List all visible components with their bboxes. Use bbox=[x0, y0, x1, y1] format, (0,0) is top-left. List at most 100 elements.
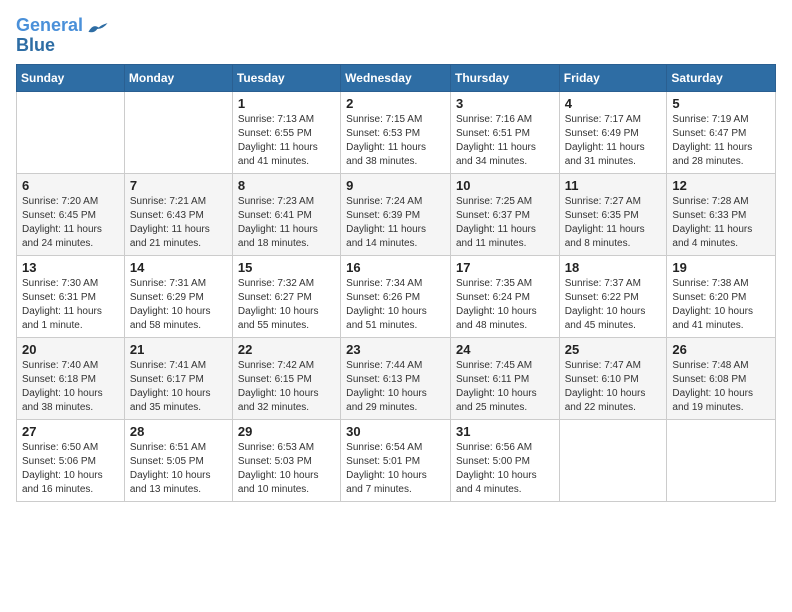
cell-info: Sunrise: 7:24 AM bbox=[346, 195, 445, 209]
day-number: 6 bbox=[22, 178, 119, 193]
calendar-cell: 1 Sunrise: 7:13 AMSunset: 6:55 PMDaylight… bbox=[232, 91, 340, 173]
cell-info: Sunrise: 6:50 AM bbox=[22, 441, 119, 455]
cell-info: Sunset: 6:13 PM bbox=[346, 373, 445, 387]
cell-info: Sunset: 6:18 PM bbox=[22, 373, 119, 387]
cell-info: Sunset: 6:55 PM bbox=[238, 127, 335, 141]
cell-info: Daylight: 10 hours and 22 minutes. bbox=[565, 387, 662, 415]
calendar-cell bbox=[559, 419, 667, 501]
cell-info: Daylight: 11 hours and 41 minutes. bbox=[238, 141, 335, 169]
cell-info: Daylight: 10 hours and 41 minutes. bbox=[672, 305, 770, 333]
cell-info: Sunset: 6:33 PM bbox=[672, 209, 770, 223]
cell-info: Sunset: 6:47 PM bbox=[672, 127, 770, 141]
header-sunday: Sunday bbox=[17, 64, 125, 91]
cell-info: Daylight: 10 hours and 32 minutes. bbox=[238, 387, 335, 415]
calendar-table: SundayMondayTuesdayWednesdayThursdayFrid… bbox=[16, 64, 776, 502]
cell-info: Sunrise: 7:42 AM bbox=[238, 359, 335, 373]
cell-info: Sunrise: 7:13 AM bbox=[238, 113, 335, 127]
cell-info: Sunset: 6:22 PM bbox=[565, 291, 662, 305]
cell-info: Daylight: 11 hours and 24 minutes. bbox=[22, 223, 119, 251]
day-number: 9 bbox=[346, 178, 445, 193]
day-number: 2 bbox=[346, 96, 445, 111]
cell-info: Sunset: 6:27 PM bbox=[238, 291, 335, 305]
calendar-cell: 15Sunrise: 7:32 AMSunset: 6:27 PMDayligh… bbox=[232, 255, 340, 337]
calendar-cell: 21Sunrise: 7:41 AMSunset: 6:17 PMDayligh… bbox=[124, 337, 232, 419]
calendar-cell: 5Sunrise: 7:19 AMSunset: 6:47 PMDaylight… bbox=[667, 91, 776, 173]
cell-info: Daylight: 11 hours and 34 minutes. bbox=[456, 141, 554, 169]
calendar-cell: 30Sunrise: 6:54 AMSunset: 5:01 PMDayligh… bbox=[341, 419, 451, 501]
cell-info: Daylight: 11 hours and 38 minutes. bbox=[346, 141, 445, 169]
calendar-cell: 25Sunrise: 7:47 AMSunset: 6:10 PMDayligh… bbox=[559, 337, 667, 419]
cell-info: Sunrise: 7:38 AM bbox=[672, 277, 770, 291]
calendar-cell: 18Sunrise: 7:37 AMSunset: 6:22 PMDayligh… bbox=[559, 255, 667, 337]
calendar-header-row: SundayMondayTuesdayWednesdayThursdayFrid… bbox=[17, 64, 776, 91]
cell-info: Daylight: 10 hours and 45 minutes. bbox=[565, 305, 662, 333]
cell-info: Sunrise: 6:53 AM bbox=[238, 441, 335, 455]
cell-info: Sunset: 5:06 PM bbox=[22, 455, 119, 469]
day-number: 15 bbox=[238, 260, 335, 275]
cell-info: Sunset: 6:35 PM bbox=[565, 209, 662, 223]
cell-info: Daylight: 11 hours and 31 minutes. bbox=[565, 141, 662, 169]
cell-info: Sunrise: 7:20 AM bbox=[22, 195, 119, 209]
day-number: 1 bbox=[238, 96, 335, 111]
cell-info: Sunset: 6:51 PM bbox=[456, 127, 554, 141]
calendar-cell bbox=[17, 91, 125, 173]
cell-info: Sunrise: 7:41 AM bbox=[130, 359, 227, 373]
calendar-cell: 2Sunrise: 7:15 AMSunset: 6:53 PMDaylight… bbox=[341, 91, 451, 173]
day-number: 30 bbox=[346, 424, 445, 439]
cell-info: Sunset: 6:29 PM bbox=[130, 291, 227, 305]
calendar-cell: 22Sunrise: 7:42 AMSunset: 6:15 PMDayligh… bbox=[232, 337, 340, 419]
calendar-cell: 11 Sunrise: 7:27 AMSunset: 6:35 PMDayligh… bbox=[559, 173, 667, 255]
day-number: 29 bbox=[238, 424, 335, 439]
cell-info: Sunset: 6:37 PM bbox=[456, 209, 554, 223]
calendar-cell: 16Sunrise: 7:34 AMSunset: 6:26 PMDayligh… bbox=[341, 255, 451, 337]
cell-info: Daylight: 11 hours and 11 minutes. bbox=[456, 223, 554, 251]
calendar-cell: 28Sunrise: 6:51 AMSunset: 5:05 PMDayligh… bbox=[124, 419, 232, 501]
cell-info: Daylight: 11 hours and 14 minutes. bbox=[346, 223, 445, 251]
day-number: 14 bbox=[130, 260, 227, 275]
cell-info: Daylight: 10 hours and 51 minutes. bbox=[346, 305, 445, 333]
day-number: 19 bbox=[672, 260, 770, 275]
cell-info: Sunrise: 7:30 AM bbox=[22, 277, 119, 291]
cell-info: Sunrise: 7:23 AM bbox=[238, 195, 335, 209]
logo-text: General Blue bbox=[16, 16, 83, 56]
day-number: 10 bbox=[456, 178, 554, 193]
day-number: 13 bbox=[22, 260, 119, 275]
cell-info: Daylight: 11 hours and 8 minutes. bbox=[565, 223, 662, 251]
cell-info: Daylight: 11 hours and 28 minutes. bbox=[672, 141, 770, 169]
day-number: 16 bbox=[346, 260, 445, 275]
cell-info: Sunset: 5:05 PM bbox=[130, 455, 227, 469]
day-number: 5 bbox=[672, 96, 770, 111]
cell-info: Daylight: 10 hours and 48 minutes. bbox=[456, 305, 554, 333]
calendar-cell: 24Sunrise: 7:45 AMSunset: 6:11 PMDayligh… bbox=[450, 337, 559, 419]
day-number: 11 bbox=[565, 178, 662, 193]
cell-info: Daylight: 10 hours and 13 minutes. bbox=[130, 469, 227, 497]
cell-info: Daylight: 10 hours and 7 minutes. bbox=[346, 469, 445, 497]
day-number: 20 bbox=[22, 342, 119, 357]
cell-info: Sunset: 6:15 PM bbox=[238, 373, 335, 387]
cell-info: Sunrise: 7:17 AM bbox=[565, 113, 662, 127]
calendar-cell: 12Sunrise: 7:28 AMSunset: 6:33 PMDayligh… bbox=[667, 173, 776, 255]
cell-info: Sunrise: 7:15 AM bbox=[346, 113, 445, 127]
cell-info: Sunrise: 7:37 AM bbox=[565, 277, 662, 291]
cell-info: Sunrise: 7:16 AM bbox=[456, 113, 554, 127]
cell-info: Sunrise: 7:21 AM bbox=[130, 195, 227, 209]
calendar-cell: 20Sunrise: 7:40 AMSunset: 6:18 PMDayligh… bbox=[17, 337, 125, 419]
day-number: 25 bbox=[565, 342, 662, 357]
calendar-cell: 17Sunrise: 7:35 AMSunset: 6:24 PMDayligh… bbox=[450, 255, 559, 337]
calendar-week-5: 27Sunrise: 6:50 AMSunset: 5:06 PMDayligh… bbox=[17, 419, 776, 501]
calendar-cell: 4Sunrise: 7:17 AMSunset: 6:49 PMDaylight… bbox=[559, 91, 667, 173]
calendar-cell: 23Sunrise: 7:44 AMSunset: 6:13 PMDayligh… bbox=[341, 337, 451, 419]
day-number: 12 bbox=[672, 178, 770, 193]
cell-info: Sunrise: 7:27 AM bbox=[565, 195, 662, 209]
calendar-cell: 10Sunrise: 7:25 AMSunset: 6:37 PMDayligh… bbox=[450, 173, 559, 255]
calendar-cell: 19Sunrise: 7:38 AMSunset: 6:20 PMDayligh… bbox=[667, 255, 776, 337]
calendar-cell: 31Sunrise: 6:56 AMSunset: 5:00 PMDayligh… bbox=[450, 419, 559, 501]
cell-info: Sunrise: 7:40 AM bbox=[22, 359, 119, 373]
calendar-cell: 14Sunrise: 7:31 AMSunset: 6:29 PMDayligh… bbox=[124, 255, 232, 337]
cell-info: Sunset: 6:24 PM bbox=[456, 291, 554, 305]
cell-info: Sunset: 6:45 PM bbox=[22, 209, 119, 223]
cell-info: Sunset: 5:00 PM bbox=[456, 455, 554, 469]
calendar-cell: 26Sunrise: 7:48 AMSunset: 6:08 PMDayligh… bbox=[667, 337, 776, 419]
header-monday: Monday bbox=[124, 64, 232, 91]
cell-info: Sunset: 6:08 PM bbox=[672, 373, 770, 387]
